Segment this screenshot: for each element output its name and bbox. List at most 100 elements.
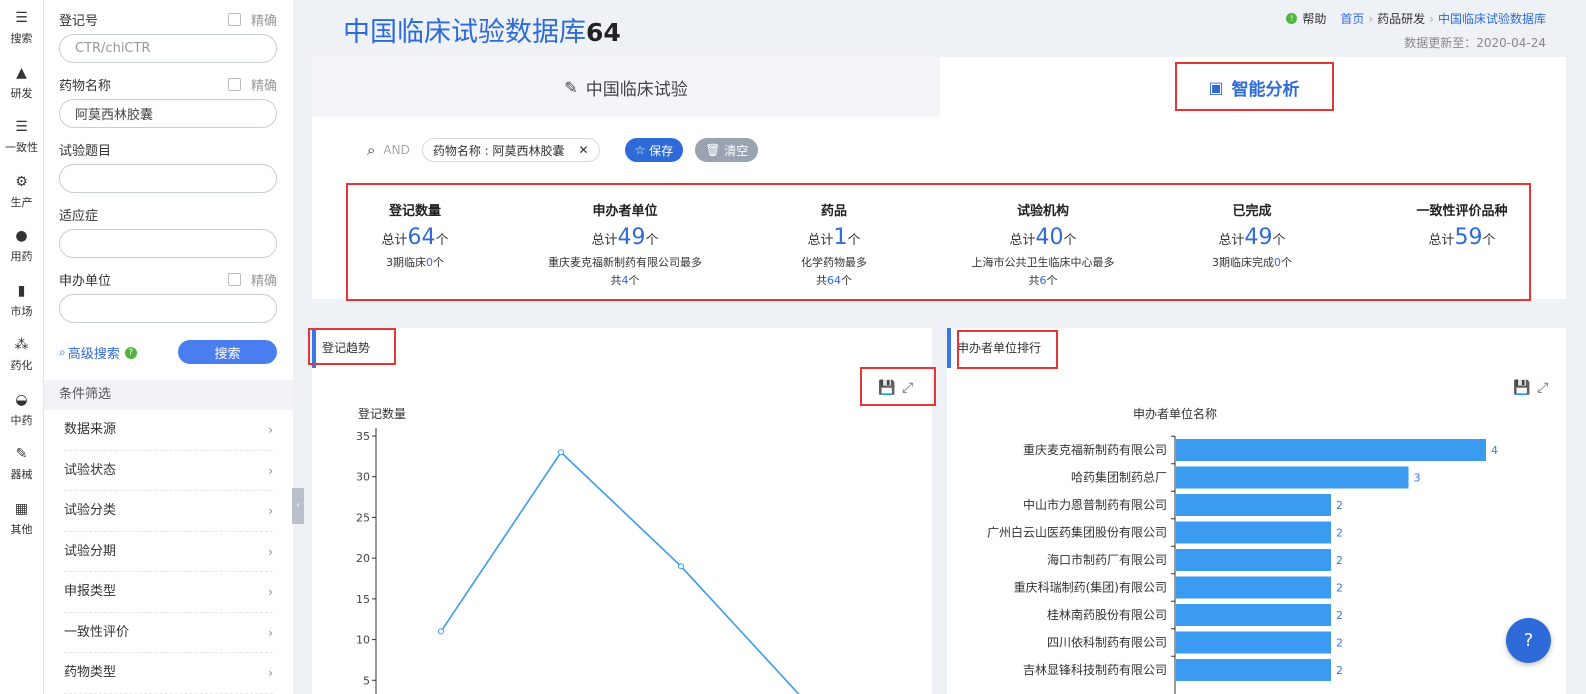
rail-item-6[interactable]: ⁂ 药化 bbox=[0, 327, 43, 382]
checkbox-icon[interactable] bbox=[227, 272, 241, 286]
trial-topic-input[interactable] bbox=[59, 164, 277, 193]
rail-icon: ☰ bbox=[15, 119, 28, 135]
close-icon[interactable]: ✕ bbox=[579, 143, 589, 157]
rail-icon: ▮ bbox=[17, 282, 26, 299]
trend-y-tick-label: 5 bbox=[363, 674, 370, 687]
rail-item-9[interactable]: ▦ 其他 bbox=[0, 491, 43, 546]
rail-label: 中药 bbox=[10, 413, 33, 427]
clear-label: 清空 bbox=[724, 143, 749, 158]
clear-button[interactable]: 🗑 清空 bbox=[695, 138, 759, 162]
feedback-button[interactable]: ? bbox=[1506, 618, 1551, 663]
chevron-right-icon: › bbox=[268, 544, 273, 559]
checkbox-icon[interactable] bbox=[227, 77, 241, 91]
advanced-search-label: 高级搜索 bbox=[67, 347, 120, 362]
rail-item-2[interactable]: ☰ 一致性 bbox=[0, 109, 43, 164]
breadcrumb-current[interactable]: 中国临床试验数据库 bbox=[1438, 10, 1546, 27]
rail-label: 其他 bbox=[10, 522, 33, 536]
save-button[interactable]: ☆ 保存 bbox=[624, 138, 684, 162]
breadcrumb-home[interactable]: 首页 bbox=[1340, 10, 1364, 27]
rail-icon: ⁂ bbox=[14, 337, 29, 353]
filter-item[interactable]: 申报类型 › bbox=[64, 572, 273, 613]
query-chip[interactable]: 药物名称 : 阿莫西林胶囊 ✕ bbox=[421, 138, 600, 162]
page-title-text: 中国临床试验数据库 bbox=[343, 17, 586, 48]
rail-item-7[interactable]: ◒ 中药 bbox=[0, 382, 43, 437]
rail-label: 器械 bbox=[10, 468, 33, 481]
exact-label: 精确 bbox=[250, 273, 277, 289]
trend-y-tick-label: 30 bbox=[356, 471, 370, 484]
trend-data-point bbox=[558, 449, 564, 456]
drug-name-field: 药物名称 精确 bbox=[59, 74, 277, 128]
ranking-category-label: 吉林显锋科技制药有限公司 bbox=[1023, 663, 1167, 677]
rail-label: 研发 bbox=[10, 86, 33, 100]
rail-label: 用药 bbox=[10, 250, 33, 263]
filter-item[interactable]: 药物类型 › bbox=[64, 653, 273, 694]
rail-item-1[interactable]: ▲ 研发 bbox=[0, 55, 43, 110]
ranking-value-label: 3 bbox=[1414, 472, 1421, 485]
rail-icon: ◒ bbox=[15, 391, 28, 408]
indication-label: 适应症 bbox=[59, 208, 99, 224]
indication-input[interactable] bbox=[59, 229, 277, 258]
reg-number-input[interactable] bbox=[59, 34, 277, 63]
query-chip-label: 药物名称 : 阿莫西林胶囊 bbox=[432, 143, 565, 158]
drug-exact-toggle[interactable]: 精确 bbox=[227, 75, 277, 94]
ranking-bar bbox=[1176, 439, 1486, 461]
sponsor-label: 申办单位 bbox=[59, 273, 112, 289]
sponsor-input[interactable] bbox=[59, 294, 277, 323]
chevron-right-icon: › bbox=[1429, 11, 1434, 26]
ranking-category-label: 四川依科制药有限公司 bbox=[1047, 635, 1167, 650]
chevron-right-icon: › bbox=[268, 463, 273, 478]
trend-y-tick-label: 20 bbox=[356, 552, 370, 565]
search-button[interactable]: 搜索 bbox=[178, 340, 277, 364]
rail-item-8[interactable]: ✎ 器械 bbox=[0, 436, 43, 491]
filter-item[interactable]: 一致性评价 › bbox=[64, 613, 273, 653]
help-icon[interactable]: ? bbox=[124, 346, 137, 359]
advanced-search-link[interactable]: ⌕ 高级搜索 ? bbox=[59, 343, 137, 362]
exact-label: 精确 bbox=[250, 13, 277, 29]
chevron-right-icon: › bbox=[268, 666, 273, 680]
highlight-box bbox=[860, 367, 936, 406]
filter-item-label: 药物类型 bbox=[64, 665, 117, 680]
rail-item-3[interactable]: ⚙ 生产 bbox=[0, 164, 43, 219]
rail-item-4[interactable]: ● 用药 bbox=[0, 218, 43, 273]
tab-clinical-trial-label: 中国临床试验 bbox=[585, 79, 688, 100]
ranking-category-label: 重庆麦克福新制药有限公司 bbox=[1023, 442, 1167, 457]
drug-name-input[interactable] bbox=[59, 99, 277, 128]
filter-title: 条件筛选 bbox=[44, 380, 293, 410]
reg-exact-toggle[interactable]: 精确 bbox=[227, 10, 277, 29]
trend-line-chart: 登记数量 5 10 15 20 25 30 35 bbox=[356, 406, 800, 694]
exact-label: 精确 bbox=[250, 78, 277, 94]
help-icon[interactable]: ! bbox=[1286, 13, 1298, 24]
trend-y-tick-label: 15 bbox=[356, 593, 370, 606]
tab-clinical-trial[interactable]: ✎ 中国临床试验 bbox=[312, 57, 940, 117]
chevron-right-icon: › bbox=[268, 504, 273, 518]
filter-item[interactable]: 数据来源 › bbox=[64, 410, 273, 451]
ranking-value-label: 2 bbox=[1336, 664, 1343, 677]
sponsor-field: 申办单位 精确 bbox=[59, 269, 277, 323]
checkbox-icon[interactable] bbox=[227, 12, 241, 26]
advanced-search-icon: ⌕ bbox=[59, 345, 66, 359]
right-gutter bbox=[1566, 0, 1586, 694]
filter-item[interactable]: 试验状态 › bbox=[64, 451, 273, 491]
rail-item-0[interactable]: ☰ 搜索 bbox=[0, 0, 43, 55]
filter-item-label: 试验分类 bbox=[64, 503, 117, 518]
rail-icon: ✎ bbox=[15, 446, 28, 462]
help-link[interactable]: 帮助 bbox=[1302, 10, 1326, 27]
filter-item[interactable]: 试验分类 › bbox=[64, 491, 273, 532]
data-updated-date: 数据更新至：2020-04-24 bbox=[1404, 36, 1546, 50]
breadcrumb: ! 帮助 首页 › 药品研发 › 中国临床试验数据库 bbox=[1286, 10, 1546, 27]
rail-item-5[interactable]: ▮ 市场 bbox=[0, 273, 43, 328]
chevron-right-icon: › bbox=[268, 625, 273, 640]
rail-icon: ▦ bbox=[14, 500, 29, 517]
trial-topic-field: 试验题目 bbox=[59, 139, 277, 193]
star-icon: ☆ bbox=[634, 143, 650, 157]
ranking-value-label: 2 bbox=[1336, 582, 1343, 595]
filter-item[interactable]: 试验分期 › bbox=[64, 532, 273, 572]
breadcrumb-rnd[interactable]: 药品研发 bbox=[1377, 10, 1425, 27]
ranking-bar bbox=[1176, 576, 1331, 599]
chevron-right-icon: › bbox=[268, 423, 273, 437]
filter-item-label: 申报类型 bbox=[64, 584, 117, 599]
ranking-bar bbox=[1176, 659, 1331, 681]
sponsor-exact-toggle[interactable]: 精确 bbox=[227, 270, 277, 289]
collapse-panel-handle[interactable]: ‹ bbox=[292, 488, 304, 524]
trend-chart-card: 登记趋势 💾 ⤢ 登记数量 5 10 15 20 25 30 35 bbox=[312, 328, 932, 694]
